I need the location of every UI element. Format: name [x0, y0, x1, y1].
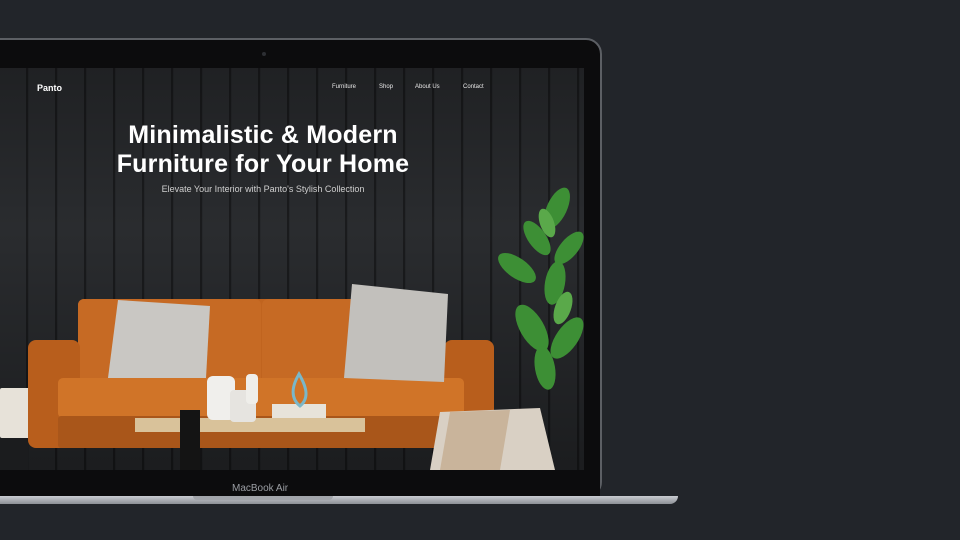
- nav-link-about-us[interactable]: About Us: [415, 84, 440, 90]
- hero-title-line-2: Furniture for Your Home: [116, 150, 410, 178]
- camera-dot: [262, 52, 266, 56]
- device-model-label: MacBook Air: [232, 483, 289, 494]
- nav-link-contact[interactable]: Contact: [463, 84, 484, 90]
- laptop-chin: [0, 480, 600, 496]
- laptop-notch: [193, 496, 333, 500]
- hero-title: Minimalistic & Modern Furniture for Your…: [80, 121, 446, 179]
- plant-image: [498, 187, 584, 390]
- hero-subtitle: Elevate Your Interior with Panto's Styli…: [161, 184, 365, 194]
- nav-link-shop[interactable]: Shop: [379, 84, 393, 90]
- nav-link-furniture[interactable]: Furniture: [332, 84, 356, 90]
- laptop-base: [0, 496, 678, 504]
- hero-title-line-1: Minimalistic & Modern: [128, 121, 398, 149]
- site-logo[interactable]: Panto: [37, 83, 62, 93]
